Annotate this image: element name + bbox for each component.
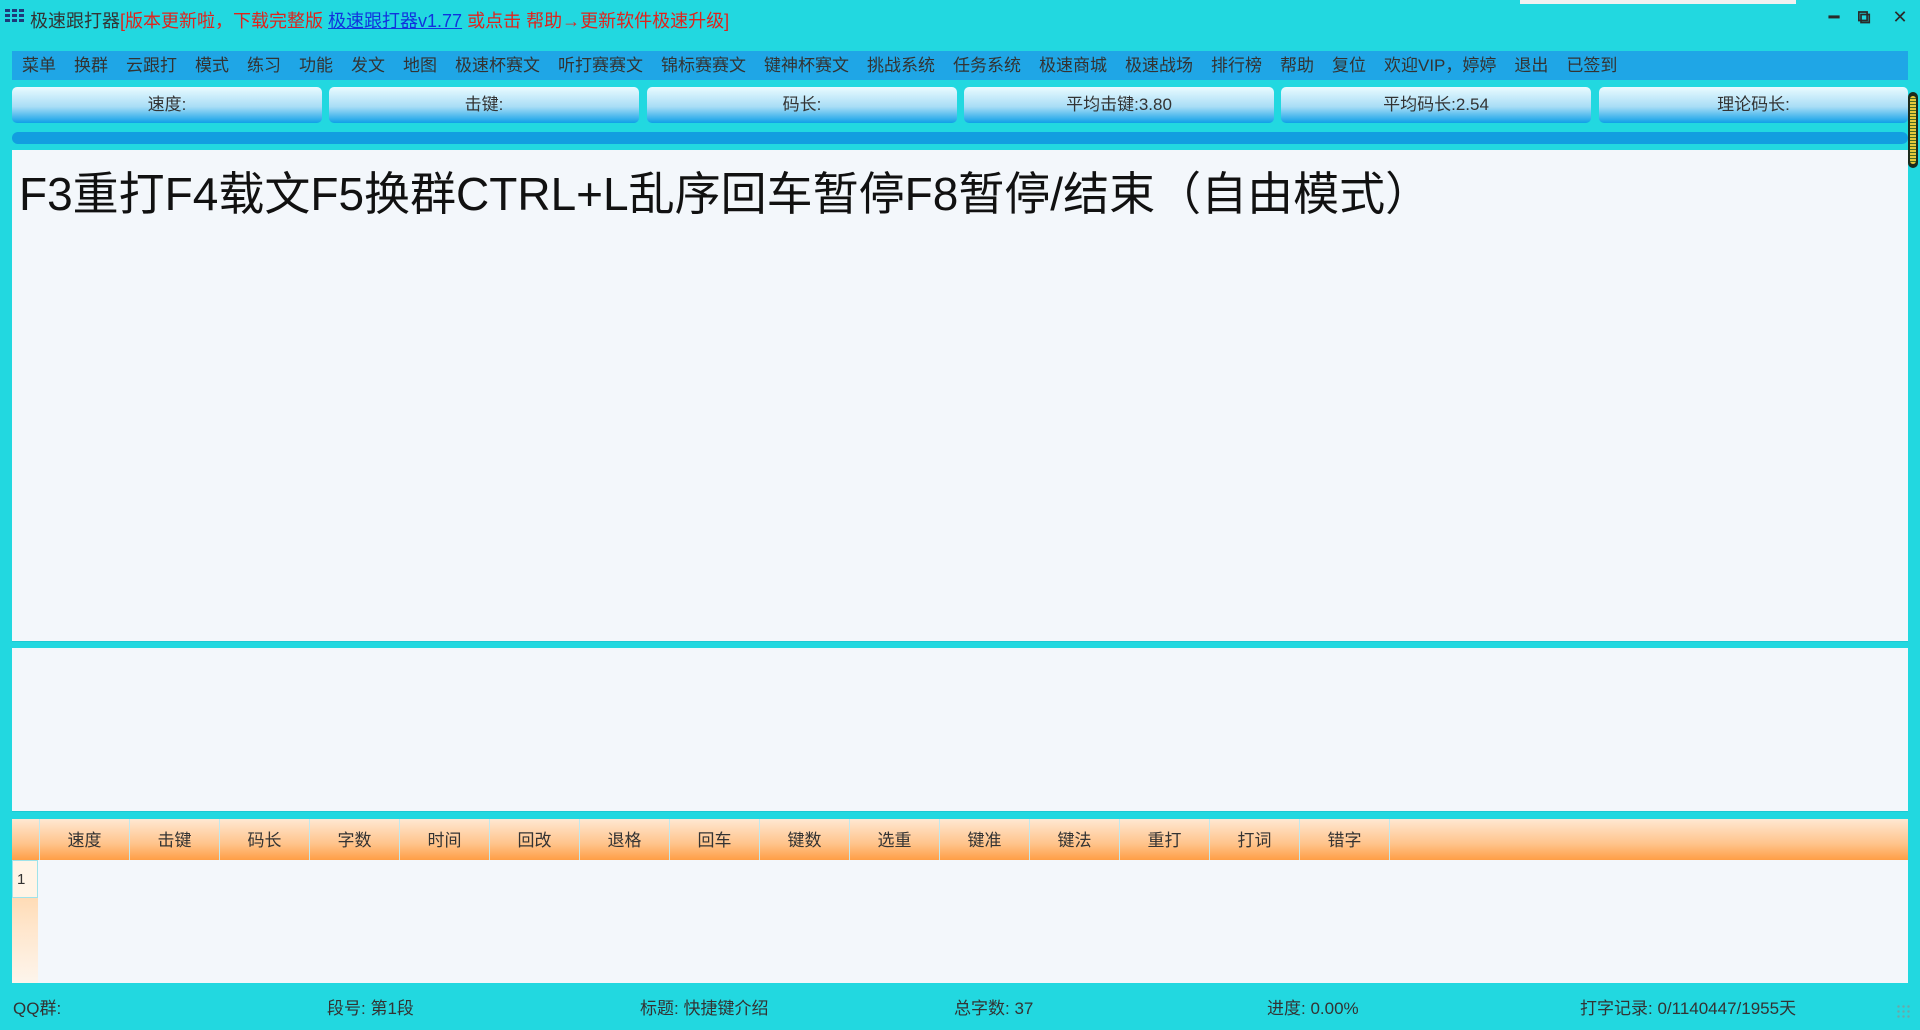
col-key-count[interactable]: 键数: [760, 819, 850, 860]
col-selection[interactable]: 选重: [850, 819, 940, 860]
col-word-typing[interactable]: 打词: [1210, 819, 1300, 860]
status-bar: QQ群: 段号: 第1段 标题: 快捷键介绍 总字数: 37 进度: 0.00%…: [0, 990, 1920, 1020]
col-keystroke[interactable]: 击键: [130, 819, 220, 860]
menu-item-menu[interactable]: 菜单: [12, 51, 65, 80]
menu-item-speed-cup[interactable]: 极速杯赛文: [446, 51, 549, 80]
col-speed[interactable]: 速度: [40, 819, 130, 860]
col-revisions[interactable]: 回改: [490, 819, 580, 860]
scrollbar[interactable]: [1908, 92, 1918, 168]
col-code-length[interactable]: 码长: [220, 819, 310, 860]
progress-strip: [12, 132, 1908, 144]
col-errors[interactable]: 错字: [1300, 819, 1390, 860]
table-corner: [12, 819, 40, 860]
menu-item-challenge[interactable]: 挑战系统: [858, 51, 944, 80]
stat-avg-code-length: 平均码长:2.54: [1281, 87, 1591, 123]
col-key-method[interactable]: 键法: [1030, 819, 1120, 860]
restore-icon[interactable]: ⧉: [1852, 6, 1876, 28]
menu-item-cloud-typing[interactable]: 云跟打: [117, 51, 186, 80]
menu-bar: 菜单 换群 云跟打 模式 练习 功能 发文 地图 极速杯赛文 听打赛赛文 锦标赛…: [12, 51, 1908, 80]
menu-item-signed-in[interactable]: 已签到: [1557, 51, 1626, 80]
status-progress: 进度: 0.00%: [1267, 999, 1359, 1018]
status-segment: 段号: 第1段: [327, 999, 414, 1018]
article-text: F3重打F4载文F5换群CTRL+L乱序回车暂停F8暂停/结束（自由模式）: [19, 168, 1432, 220]
update-notice-tail: 或点击 帮助→更新软件极速升级]: [462, 11, 730, 31]
menu-item-shop[interactable]: 极速商城: [1030, 51, 1116, 80]
title-decoration: [1520, 0, 1796, 4]
update-notice: [版本更新啦，下载完整版: [120, 11, 329, 31]
menu-item-switch-group[interactable]: 换群: [65, 51, 117, 80]
menu-item-map[interactable]: 地图: [394, 51, 446, 80]
status-qq-group: QQ群:: [13, 999, 62, 1018]
menu-item-welcome-vip[interactable]: 欢迎VIP，婷婷: [1375, 51, 1505, 80]
app-name: 极速跟打器: [30, 11, 120, 31]
status-typing-record: 打字记录: 0/1140447/1955天: [1580, 999, 1797, 1018]
menu-item-exit[interactable]: 退出: [1505, 51, 1557, 80]
status-total-chars: 总字数: 37: [954, 999, 1034, 1018]
menu-item-mode[interactable]: 模式: [186, 51, 238, 80]
table-row[interactable]: 1: [12, 860, 38, 898]
stat-avg-keystroke: 平均击键:3.80: [964, 87, 1274, 123]
input-pane[interactable]: [12, 648, 1908, 812]
col-key-accuracy[interactable]: 键准: [940, 819, 1030, 860]
results-table: 速度 击键 码长 字数 时间 回改 退格 回车 键数 选重 键准 键法 重打 打…: [12, 819, 1908, 983]
minimize-icon[interactable]: ━: [1822, 6, 1846, 28]
stats-row: 速度: 击键: 码长: 平均击键:3.80 平均码长:2.54 理论码长:: [12, 87, 1908, 123]
menu-item-tasks[interactable]: 任务系统: [944, 51, 1030, 80]
menu-item-listen-race[interactable]: 听打赛赛文: [549, 51, 652, 80]
stat-speed: 速度:: [12, 87, 322, 123]
resize-grip-icon[interactable]: [1896, 1004, 1910, 1018]
scrollbar-thumb[interactable]: [1910, 96, 1916, 164]
menu-item-send-text[interactable]: 发文: [342, 51, 394, 80]
menu-item-help[interactable]: 帮助: [1271, 51, 1323, 80]
title-bar: 极速跟打器[版本更新啦，下载完整版 极速跟打器v1.77 或点击 帮助→更新软件…: [0, 0, 1920, 34]
stat-keystroke: 击键:: [329, 87, 639, 123]
close-icon[interactable]: ✕: [1888, 6, 1912, 28]
window-title: 极速跟打器[版本更新啦，下载完整版 极速跟打器v1.77 或点击 帮助→更新软件…: [30, 7, 729, 33]
download-link[interactable]: 极速跟打器v1.77: [328, 11, 462, 31]
status-title: 标题: 快捷键介绍: [640, 999, 769, 1018]
menu-item-reset[interactable]: 复位: [1323, 51, 1375, 80]
menu-item-battlefield[interactable]: 极速战场: [1116, 51, 1202, 80]
stat-code-length: 码长:: [647, 87, 957, 123]
article-pane: F3重打F4载文F5换群CTRL+L乱序回车暂停F8暂停/结束（自由模式）: [12, 150, 1908, 642]
stat-theory-code-length: 理论码长:: [1599, 87, 1908, 123]
table-header: 速度 击键 码长 字数 时间 回改 退格 回车 键数 选重 键准 键法 重打 打…: [12, 819, 1908, 860]
col-backspace[interactable]: 退格: [580, 819, 670, 860]
menu-item-leaderboard[interactable]: 排行榜: [1202, 51, 1271, 80]
col-enter[interactable]: 回车: [670, 819, 760, 860]
app-grid-icon[interactable]: [5, 9, 25, 23]
menu-item-function[interactable]: 功能: [290, 51, 342, 80]
menu-item-championship[interactable]: 锦标赛赛文: [652, 51, 755, 80]
menu-item-key-god-cup[interactable]: 键神杯赛文: [755, 51, 858, 80]
col-char-count[interactable]: 字数: [310, 819, 400, 860]
menu-item-practice[interactable]: 练习: [238, 51, 290, 80]
col-time[interactable]: 时间: [400, 819, 490, 860]
typing-input[interactable]: [12, 648, 1908, 811]
col-retype[interactable]: 重打: [1120, 819, 1210, 860]
